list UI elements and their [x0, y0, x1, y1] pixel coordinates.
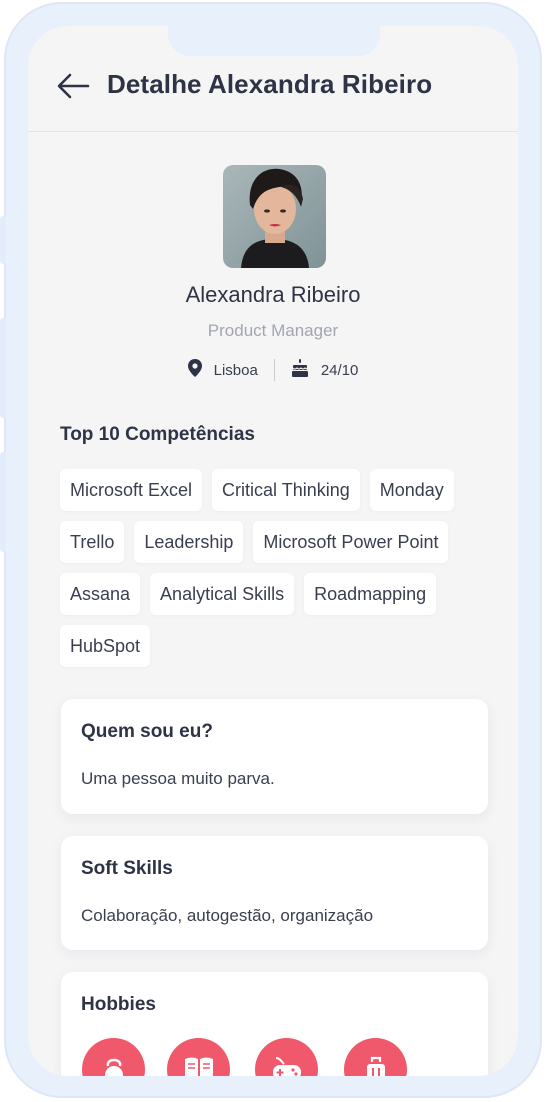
screen: Detalhe Alexandra Ribeiro Alexandra Ribe…	[28, 26, 518, 1076]
hobbies-title: Hobbies	[81, 994, 156, 1015]
skill-chip: Leadership	[134, 521, 244, 563]
skills-title: Top 10 Competências	[60, 424, 255, 445]
skill-chip: Critical Thinking	[212, 469, 360, 511]
soft-skills-card: Soft Skills Colaboração, autogestão, org…	[61, 836, 488, 950]
about-text: Uma pessoa muito parva.	[81, 769, 275, 788]
profile-meta: Lisboa 24/10	[28, 359, 518, 381]
location-label: Lisboa	[213, 361, 258, 379]
skill-chip: Assana	[60, 573, 141, 615]
skill-chip: Microsoft Power Point	[253, 521, 449, 563]
skill-chip: Roadmapping	[304, 573, 437, 615]
page-title: Detalhe Alexandra Ribeiro	[107, 69, 433, 99]
avatar	[223, 165, 326, 268]
skill-chip: Monday	[369, 469, 454, 511]
location: Lisboa	[187, 359, 258, 381]
skill-chip: Microsoft Excel	[60, 469, 203, 511]
app-header: Detalhe Alexandra Ribeiro	[28, 26, 518, 132]
skills-list: Microsoft Excel Critical Thinking Monday…	[60, 469, 490, 667]
birthday: 24/10	[291, 359, 359, 381]
side-button	[0, 216, 6, 264]
cake-icon	[291, 359, 309, 381]
skill-chip: Trello	[60, 521, 125, 563]
skill-chip: Analytical Skills	[150, 573, 295, 615]
side-button	[0, 452, 6, 552]
about-title: Quem sou eu?	[81, 721, 213, 742]
soft-skills-title: Soft Skills	[81, 858, 173, 879]
birthday-label: 24/10	[320, 361, 359, 379]
meta-divider	[273, 359, 275, 381]
back-arrow-icon[interactable]	[56, 72, 90, 100]
profile-name: Alexandra Ribeiro	[185, 282, 361, 307]
location-pin-icon	[187, 359, 202, 381]
about-card: Quem sou eu? Uma pessoa muito parva.	[61, 699, 488, 814]
profile-role: Product Manager	[207, 321, 339, 340]
soft-skills-text: Colaboração, autogestão, organização	[81, 906, 374, 925]
skill-chip: HubSpot	[60, 625, 151, 667]
side-button	[0, 318, 6, 418]
